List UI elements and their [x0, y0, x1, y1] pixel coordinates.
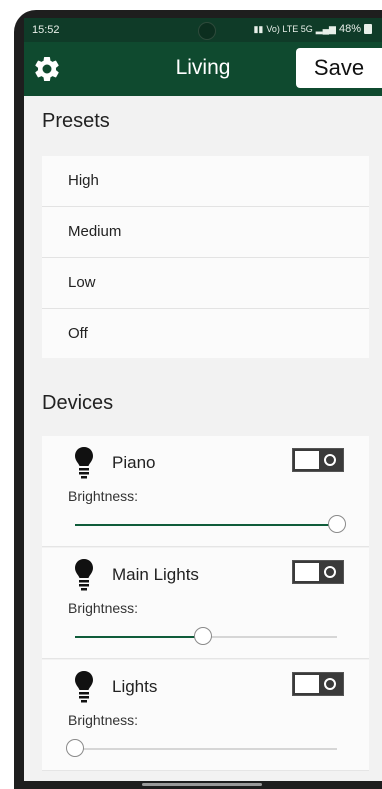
- brightness-label: Brightness:: [68, 600, 139, 616]
- save-button[interactable]: Save: [296, 48, 382, 88]
- devices-list: Piano Brightness: Main Lights Brightness…: [42, 436, 369, 772]
- battery-percent: 48%: [338, 23, 361, 35]
- brightness-slider[interactable]: [66, 739, 337, 757]
- preset-low[interactable]: Low: [42, 258, 369, 309]
- device-name: Main Lights: [112, 565, 199, 584]
- device-name: Lights: [112, 677, 158, 696]
- device-power-toggle[interactable]: [292, 448, 344, 472]
- device-card: Lights Brightness:: [42, 660, 369, 771]
- preset-medium[interactable]: Medium: [42, 207, 369, 258]
- network-label: Vo) LTE 5G: [266, 24, 313, 34]
- brightness-slider[interactable]: [75, 627, 337, 645]
- brightness-label: Brightness:: [68, 488, 139, 504]
- slider-thumb[interactable]: [66, 739, 84, 757]
- battery-icon: [364, 24, 372, 34]
- brightness-slider[interactable]: [75, 515, 346, 533]
- brightness-label: Brightness:: [68, 712, 139, 728]
- light-bulb-icon: [75, 559, 93, 591]
- status-bar: 15:52 ▮▮ Vo) LTE 5G ▂▄▆ 48%: [24, 18, 382, 42]
- status-icons: ▮▮ Vo) LTE 5G ▂▄▆ 48%: [253, 23, 372, 35]
- device-power-toggle[interactable]: [292, 560, 344, 584]
- home-gesture-bar[interactable]: [142, 783, 262, 786]
- device-power-toggle[interactable]: [292, 672, 344, 696]
- presets-heading: Presets: [42, 110, 110, 132]
- front-camera: [198, 22, 216, 40]
- device-card: Main Lights Brightness:: [42, 548, 369, 659]
- status-time: 15:52: [32, 24, 60, 36]
- preset-off[interactable]: Off: [42, 309, 369, 359]
- preset-high[interactable]: High: [42, 156, 369, 207]
- device-name: Piano: [112, 453, 156, 472]
- app-bar: Living Save: [24, 42, 382, 96]
- presets-list: High Medium Low Off: [42, 156, 369, 358]
- device-card: Piano Brightness:: [42, 436, 369, 547]
- slider-thumb[interactable]: [194, 627, 213, 645]
- signal-icon: ▂▄▆: [315, 23, 336, 34]
- devices-heading: Devices: [42, 392, 114, 414]
- light-bulb-icon: [75, 447, 93, 479]
- slider-thumb[interactable]: [328, 515, 346, 533]
- app-screen: 15:52 ▮▮ Vo) LTE 5G ▂▄▆ 48% Living Save …: [24, 18, 382, 789]
- notification-icon: ▮▮: [253, 23, 264, 34]
- light-bulb-icon: [75, 671, 93, 703]
- system-nav-bar: [24, 781, 382, 789]
